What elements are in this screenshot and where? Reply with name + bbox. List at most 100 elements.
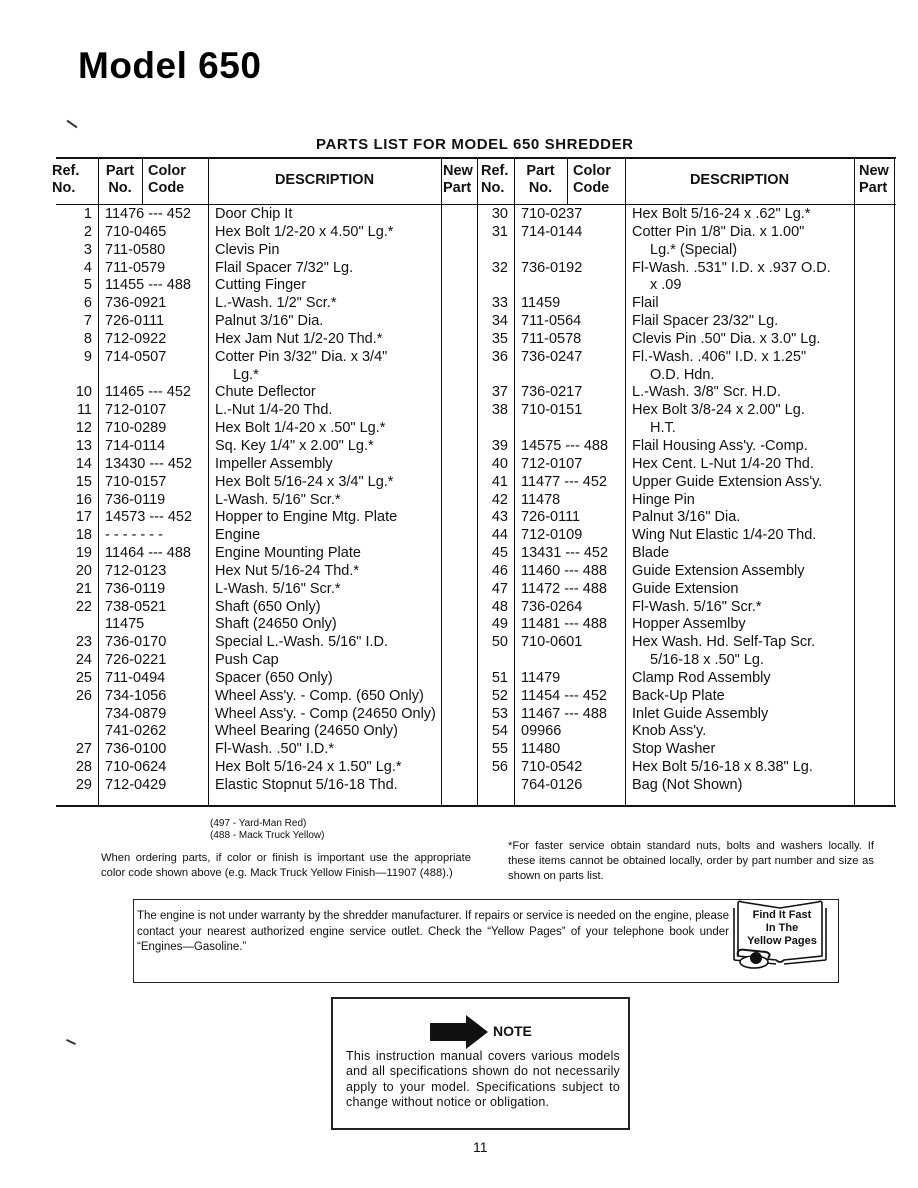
part-no: 711-0564 xyxy=(521,313,582,330)
ref-no: 18 xyxy=(75,527,92,544)
description: Flail Spacer 23/32" Lg. xyxy=(632,313,779,330)
header-color-code: Color Code xyxy=(148,163,208,197)
part-no: 14575 --- 488 xyxy=(521,437,609,454)
part-no: 714-0114 xyxy=(105,437,166,454)
table-row: 36 736-0247 Fl.-Wash. .406" I.D. x 1.25" xyxy=(477,349,895,367)
header-ref-no-right: Ref. No. xyxy=(481,163,515,197)
table-row: 34 711-0564 Flail Spacer 23/32" Lg. xyxy=(477,313,895,331)
table-row: 35 711-0578 Clevis Pin .50" Dia. x 3.0" Lg… xyxy=(477,331,895,349)
part-no: 726-0111 xyxy=(521,509,581,526)
description: L-Wash. 5/16" Scr.* xyxy=(215,491,341,508)
table-row: 53 11467 --- 488 Inlet Guide Assembly xyxy=(477,706,895,724)
description: Knob Ass'y. xyxy=(632,723,707,740)
ref-no: 43 xyxy=(491,509,508,526)
part-no: 712-0429 xyxy=(105,777,167,793)
parts-table: Ref. No. Part No. Color Code DESCRIPTION… xyxy=(52,157,896,807)
part-no: 712-0109 xyxy=(521,527,583,544)
ref-no: 39 xyxy=(491,437,508,454)
description: Hex Bolt 5/16-18 x 8.38" Lg. xyxy=(632,759,813,776)
ref-no: 56 xyxy=(491,759,508,776)
table-row: 764-0126 Bag (Not Shown) xyxy=(477,777,895,795)
table-row: 54 09966 Knob Ass'y. xyxy=(477,723,895,741)
part-no: 711-0494 xyxy=(105,669,166,686)
description: Hex Bolt 3/8-24 x 2.00" Lg. xyxy=(632,402,805,419)
table-row: 13 714-0114 Sq. Key 1/4" x 2.00" Lg.* xyxy=(56,438,476,456)
part-no: 736-0217 xyxy=(521,384,583,401)
description: Stop Washer xyxy=(632,741,716,758)
part-no: 11467 --- 488 xyxy=(521,705,607,722)
ref-no: 21 xyxy=(75,580,92,597)
description: Guide Extension Assembly xyxy=(632,562,805,579)
table-row: 23 736-0170 Special L.-Wash. 5/16" I.D. xyxy=(56,634,476,652)
table-row: 30 710-0237 Hex Bolt 5/16-24 x .62" Lg.* xyxy=(477,206,895,224)
table-row: 47 11472 --- 488 Guide Extension xyxy=(477,581,895,599)
part-no: 736-0170 xyxy=(105,634,167,651)
ref-no: 27 xyxy=(75,741,92,758)
description: Back-Up Plate xyxy=(632,687,725,704)
table-row: 37 736-0217 L.-Wash. 3/8" Scr. H.D. xyxy=(477,384,895,402)
ref-no: 31 xyxy=(491,223,508,240)
table-row: 38 710-0151 Hex Bolt 3/8-24 x 2.00" Lg. xyxy=(477,402,895,420)
header-color-code-right: Color Code xyxy=(573,163,625,197)
part-no: 11481 --- 488 xyxy=(521,616,607,633)
note-box: NOTE This instruction manual covers vari… xyxy=(331,997,630,1130)
part-no: 11464 --- 488 xyxy=(105,545,191,562)
part-no: 711-0578 xyxy=(521,330,582,347)
part-no: 736-0192 xyxy=(521,259,583,276)
part-no: 712-0107 xyxy=(521,455,583,472)
table-row: x .09 xyxy=(477,277,895,295)
table-row: 1 11476 --- 452 Door Chip It xyxy=(56,206,476,224)
description: L.-Wash. 1/2" Scr.* xyxy=(215,295,337,312)
part-no: 726-0111 xyxy=(105,313,165,330)
part-no: 11475 xyxy=(105,616,145,633)
table-row: 4 711-0579 Flail Spacer 7/32" Lg. xyxy=(56,260,476,278)
description: Fl-Wash. .50" I.D.* xyxy=(215,741,335,758)
description: Sq. Key 1/4" x 2.00" Lg.* xyxy=(215,437,374,454)
description: Elastic Stopnut 5/16-18 Thd. xyxy=(215,777,398,793)
part-no: 764-0126 xyxy=(521,777,583,793)
table-row: 734-0879 Wheel Ass'y. - Comp (24650 Only) xyxy=(56,706,476,724)
ref-no: 44 xyxy=(491,527,508,544)
table-row: 21 736-0119 L-Wash. 5/16" Scr.* xyxy=(56,581,476,599)
table-row: Lg.* (Special) xyxy=(477,242,895,260)
ref-no: 24 xyxy=(75,652,92,669)
ref-no: 13 xyxy=(75,437,92,454)
part-no: 11478 xyxy=(521,491,561,508)
part-no: 714-0144 xyxy=(521,223,583,240)
part-no: 710-0157 xyxy=(105,473,167,490)
header-new-line1: New xyxy=(443,163,473,179)
description: Spacer (650 Only) xyxy=(215,669,333,686)
description: Wheel Bearing (24650 Only) xyxy=(215,723,398,740)
header-part-no: Part No. xyxy=(98,163,142,197)
header-part-no-right: Part No. xyxy=(514,163,567,197)
table-row: 48 736-0264 Fl-Wash. 5/16" Scr.* xyxy=(477,599,895,617)
table-row: 3 711-0580 Clevis Pin xyxy=(56,242,476,260)
description: L-Wash. 5/16" Scr.* xyxy=(215,580,341,597)
part-no: 736-0921 xyxy=(105,295,167,312)
header-part-line2: No. xyxy=(528,180,553,196)
ref-no: 7 xyxy=(83,313,92,330)
header-part-line2: No. xyxy=(108,180,132,196)
table-row: 42 11478 Hinge Pin xyxy=(477,492,895,510)
scan-artifact xyxy=(66,119,78,129)
ref-no: 53 xyxy=(491,705,508,722)
table-row: 6 736-0921 L.-Wash. 1/2" Scr.* xyxy=(56,295,476,313)
ref-no: 20 xyxy=(75,562,92,579)
description: Wing Nut Elastic 1/4-20 Thd. xyxy=(632,527,817,544)
scan-artifact xyxy=(66,1038,76,1046)
part-no: 736-0119 xyxy=(105,580,166,597)
part-no: 11465 --- 452 xyxy=(105,384,191,401)
ref-no: 22 xyxy=(75,598,92,615)
page-title: Model 650 xyxy=(78,45,262,86)
parts-rows-right: 30 710-0237 Hex Bolt 5/16-24 x .62" Lg.* 31… xyxy=(477,206,895,795)
header-part-line1: Part xyxy=(526,163,555,179)
ref-no: 9 xyxy=(83,348,92,365)
ref-no: 49 xyxy=(491,616,508,633)
part-no: 734-0879 xyxy=(105,705,167,722)
ref-no: 52 xyxy=(491,687,508,704)
description: Engine Mounting Plate xyxy=(215,545,361,562)
ref-no: 14 xyxy=(75,455,92,472)
table-row: 20 712-0123 Hex Nut 5/16-24 Thd.* xyxy=(56,563,476,581)
table-row: 45 13431 --- 452 Blade xyxy=(477,545,895,563)
ref-no: 37 xyxy=(491,384,508,401)
